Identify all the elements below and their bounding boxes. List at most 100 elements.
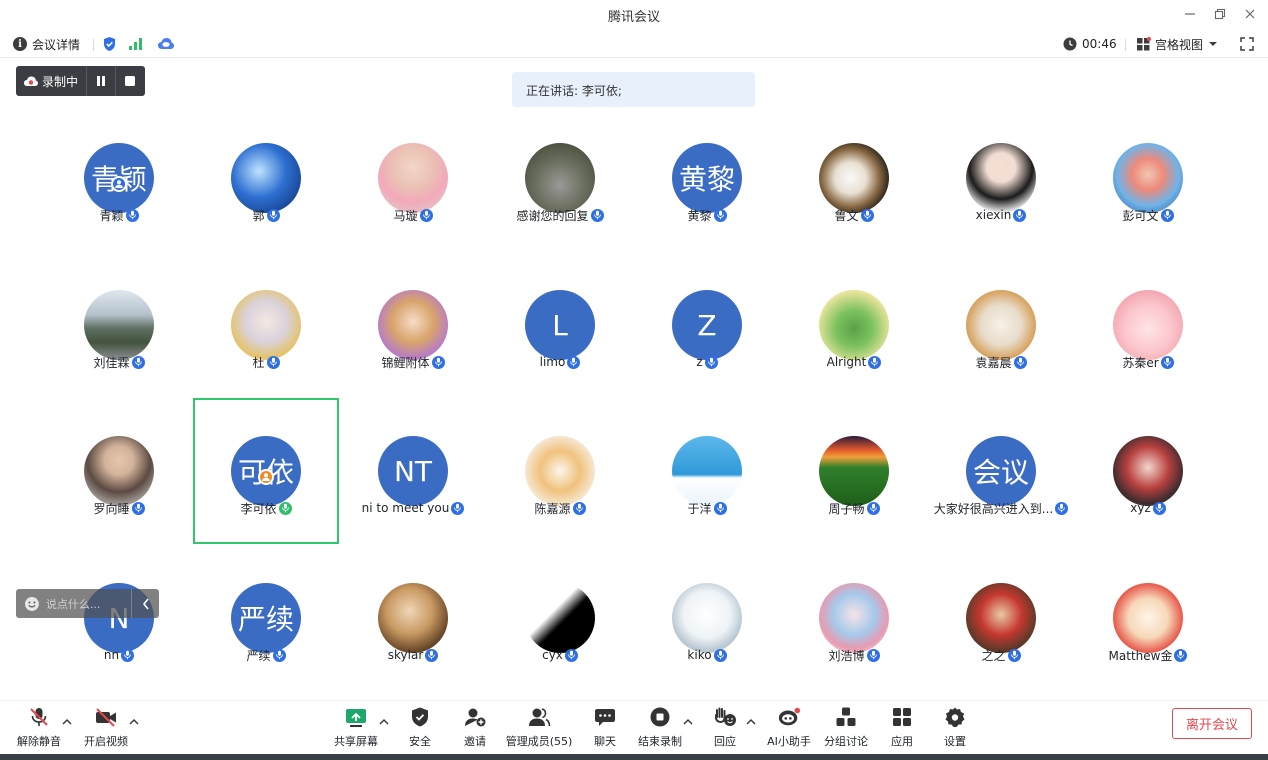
participant-name-row: 严续 bbox=[193, 647, 339, 663]
end-recording-button[interactable]: 结束录制 bbox=[637, 705, 683, 751]
participant-tile[interactable]: 袁嘉晨 bbox=[928, 252, 1074, 398]
participant-tile[interactable]: NT ni to meet you bbox=[340, 398, 486, 544]
red-theme-anime-girl-avatar bbox=[1113, 436, 1183, 506]
mic-icon bbox=[860, 208, 874, 222]
blue-light-streaks-photo-avatar bbox=[231, 143, 301, 213]
mic-muted-icon bbox=[27, 705, 51, 729]
timer-text: 00:46 bbox=[1082, 37, 1117, 51]
participant-name: xiexin bbox=[975, 208, 1012, 222]
stop-record-icon bbox=[648, 705, 672, 729]
participant-tile[interactable]: 彭可文 bbox=[1075, 105, 1221, 251]
participant-name: 青颖 bbox=[99, 208, 124, 223]
chat-bubble-icon bbox=[593, 705, 617, 729]
meeting-details-button[interactable]: i 会议详情 bbox=[13, 34, 80, 54]
minimize-button[interactable] bbox=[1178, 4, 1202, 24]
collapse-chat-button[interactable] bbox=[131, 589, 159, 618]
raise-hand-emoji-icon bbox=[713, 705, 737, 729]
participant-tile[interactable]: 之之 bbox=[928, 545, 1074, 691]
mic-icon bbox=[266, 208, 280, 222]
clock-icon bbox=[1063, 37, 1077, 51]
stop-recording-button[interactable] bbox=[115, 66, 144, 96]
participant-tile[interactable]: skylar bbox=[340, 545, 486, 691]
start-video-button[interactable]: 开启视频 bbox=[83, 705, 129, 751]
fullscreen-button[interactable] bbox=[1240, 34, 1254, 54]
invite-button[interactable]: 邀请 bbox=[458, 705, 492, 751]
participant-tile[interactable]: 感谢您的回复 bbox=[487, 105, 633, 251]
chat-button[interactable]: 聊天 bbox=[592, 705, 618, 751]
participant-tile[interactable]: xiexin bbox=[928, 105, 1074, 251]
mic-icon bbox=[866, 648, 880, 662]
restore-icon bbox=[1214, 8, 1226, 20]
close-button[interactable] bbox=[1238, 4, 1262, 24]
participant-tile[interactable]: 严续 严续 bbox=[193, 545, 339, 691]
quick-chat-input[interactable]: 说点什么... bbox=[16, 589, 159, 618]
manage-members-button[interactable]: 管理成员(55) bbox=[505, 705, 573, 751]
participant-tile[interactable]: kiko bbox=[634, 545, 780, 691]
breakout-rooms-button[interactable]: 分组讨论 bbox=[823, 705, 869, 751]
participant-tile[interactable]: xyz bbox=[1075, 398, 1221, 544]
ai-assistant-button[interactable]: AI小助手 bbox=[766, 705, 812, 751]
participant-tile[interactable]: 罗向睡 bbox=[46, 398, 192, 544]
participant-tile[interactable]: 刘佳霖 bbox=[46, 252, 192, 398]
participant-tile[interactable]: 杜 bbox=[193, 252, 339, 398]
reactions-button[interactable]: 回应 bbox=[711, 705, 739, 751]
settings-label: 设置 bbox=[944, 735, 966, 748]
mic-icon bbox=[713, 501, 727, 515]
participant-tile[interactable]: Alright bbox=[781, 252, 927, 398]
participant-tile[interactable]: 马璇 bbox=[340, 105, 486, 251]
participant-name: Alright bbox=[826, 355, 867, 369]
gear-icon bbox=[943, 705, 967, 729]
breakout-label: 分组讨论 bbox=[824, 735, 868, 748]
unmute-button[interactable]: 解除静音 bbox=[16, 705, 62, 751]
participant-name-row: 马璇 bbox=[340, 207, 486, 223]
participant-tile[interactable]: 青颖青颖 bbox=[46, 105, 192, 251]
mic-icon bbox=[1055, 501, 1069, 515]
participant-tile[interactable]: Zz bbox=[634, 252, 780, 398]
share-screen-label: 共享屏幕 bbox=[334, 735, 378, 748]
breakout-icon bbox=[834, 705, 858, 729]
share-screen-button[interactable]: 共享屏幕 bbox=[333, 705, 379, 751]
participant-name: ni to meet you bbox=[361, 501, 450, 515]
participant-name-row: skylar bbox=[340, 647, 486, 663]
view-mode-dropdown[interactable]: 宫格视图 bbox=[1136, 34, 1218, 54]
participant-name: 大家好很高兴进入到... bbox=[933, 501, 1054, 516]
participant-tile[interactable]: 鲁文 bbox=[781, 105, 927, 251]
security-button[interactable]: 安全 bbox=[403, 705, 437, 751]
participant-tile[interactable]: 苏秦er bbox=[1075, 252, 1221, 398]
participant-tile[interactable]: 可依李可依 bbox=[193, 398, 339, 544]
participant-tile[interactable]: 于洋 bbox=[634, 398, 780, 544]
network-signal-button[interactable] bbox=[128, 34, 144, 54]
costume-girl-illustration-avatar bbox=[378, 290, 448, 360]
video-options-caret[interactable] bbox=[129, 717, 139, 727]
participant-name-row: kiko bbox=[634, 647, 780, 663]
participant-name: 周子畅 bbox=[828, 501, 865, 516]
participant-name-row: xyz bbox=[1075, 500, 1221, 516]
participant-tile[interactable]: 会议 大家好很高兴进入到... bbox=[928, 398, 1074, 544]
mic-icon bbox=[1174, 648, 1188, 662]
participant-tile[interactable]: 黄黎 黄黎 bbox=[634, 105, 780, 251]
participant-tile[interactable]: 刘浩博 bbox=[781, 545, 927, 691]
participant-tile[interactable]: Llimo bbox=[487, 252, 633, 398]
participant-tile[interactable]: 锦鲤附体 bbox=[340, 252, 486, 398]
mic-icon bbox=[131, 501, 145, 515]
leave-meeting-button[interactable]: 离开会议 bbox=[1172, 708, 1252, 739]
participant-tile[interactable]: 周子畅 bbox=[781, 398, 927, 544]
recording-options-caret[interactable] bbox=[683, 717, 693, 727]
participant-tile[interactable]: 陈嘉源 bbox=[487, 398, 633, 544]
participant-tile[interactable]: Matthew金 bbox=[1075, 545, 1221, 691]
share-options-caret[interactable] bbox=[379, 717, 389, 727]
security-shield-button[interactable] bbox=[102, 34, 117, 54]
participant-tile[interactable]: cyx bbox=[487, 545, 633, 691]
restore-button[interactable] bbox=[1208, 4, 1232, 24]
mic-icon bbox=[713, 648, 727, 662]
pause-recording-button[interactable] bbox=[86, 66, 115, 96]
audio-options-caret[interactable] bbox=[62, 717, 72, 727]
settings-button[interactable]: 设置 bbox=[942, 705, 968, 751]
participant-tile[interactable]: 郭 bbox=[193, 105, 339, 251]
reactions-options-caret[interactable] bbox=[746, 717, 756, 727]
participant-tile[interactable]: Nnn bbox=[46, 545, 192, 691]
shield-check-icon bbox=[104, 37, 115, 51]
anime-girl-with-flowers-avatar bbox=[819, 583, 889, 653]
apps-button[interactable]: 应用 bbox=[889, 705, 915, 751]
camera-off-icon bbox=[94, 705, 118, 729]
